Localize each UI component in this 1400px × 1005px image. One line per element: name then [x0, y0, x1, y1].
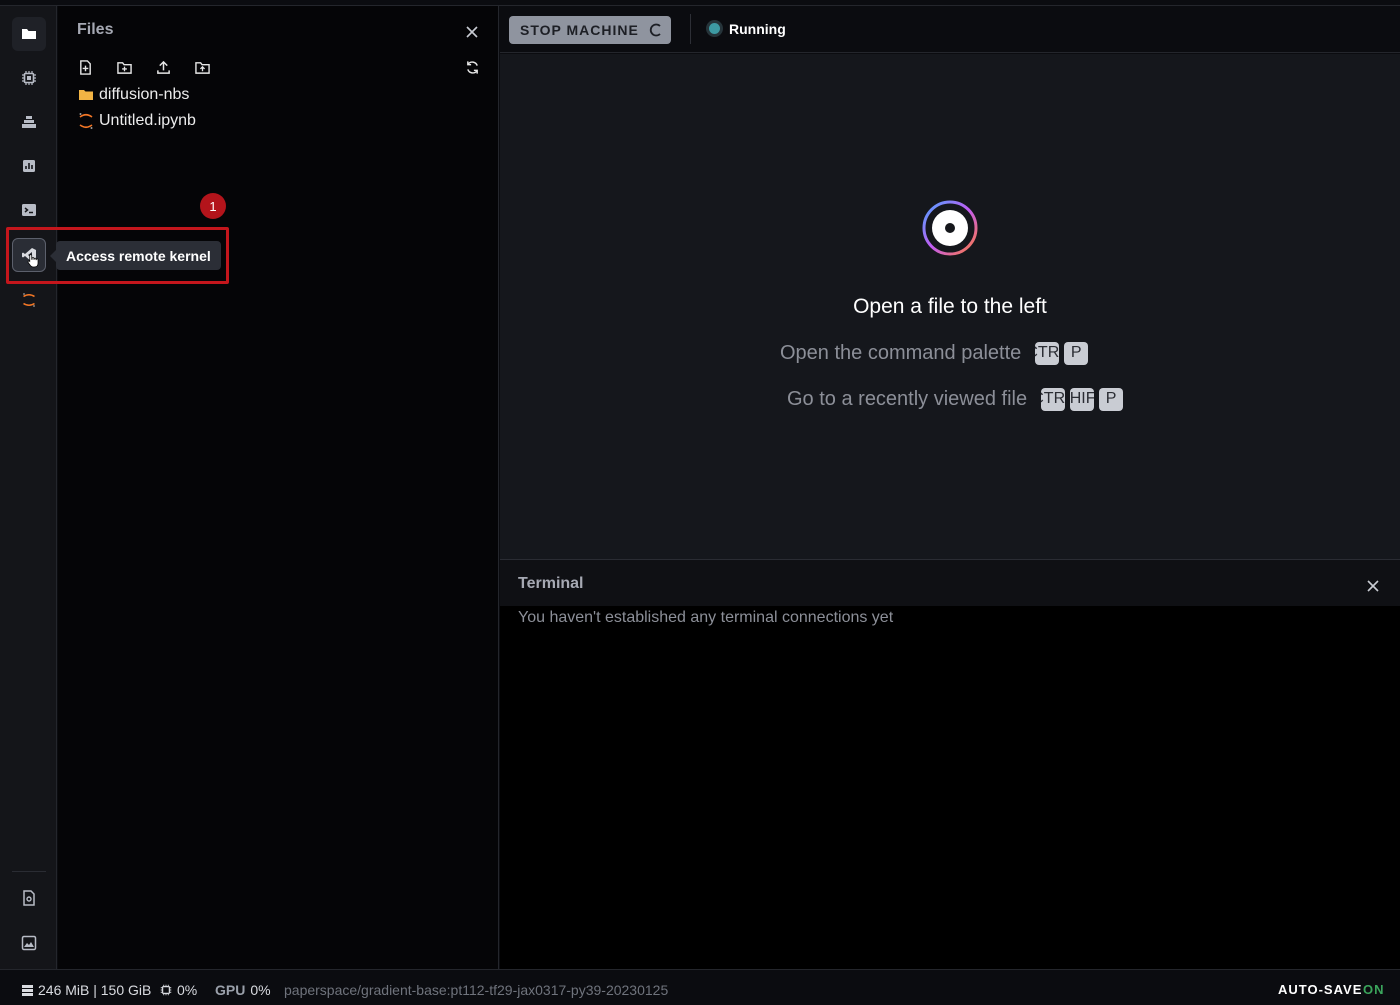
- layers-nav-button[interactable]: [12, 105, 46, 139]
- shortcut-key: CTRL: [1041, 387, 1066, 411]
- empty-state-title: Open a file to the left: [853, 295, 1047, 318]
- shortcut-recent-file: Go to a recently viewed file CTRL SHIFT …: [787, 386, 1128, 412]
- new-folder-button[interactable]: [115, 58, 133, 76]
- shortcut-label: Open the command palette: [780, 341, 1022, 364]
- close-icon: [466, 26, 478, 38]
- cpu-value: 0%: [177, 982, 198, 998]
- machine-status-label: Running: [729, 20, 786, 37]
- tree-item-notebook[interactable]: Untitled.ipynb: [78, 110, 196, 132]
- tree-item-label: Untitled.ipynb: [99, 112, 196, 129]
- upload-button[interactable]: [154, 58, 172, 76]
- folder-icon: [78, 87, 94, 103]
- tooltip: Access remote kernel: [50, 241, 221, 270]
- terminal-message: You haven't established any terminal con…: [518, 609, 894, 626]
- shortcut-key: SHIFT: [1070, 387, 1095, 411]
- files-close-button[interactable]: [463, 23, 481, 41]
- upload-folder-icon: [194, 61, 210, 74]
- autosave-state[interactable]: ON: [1363, 982, 1385, 997]
- files-nav-button[interactable]: [12, 17, 46, 51]
- layers-icon: [22, 116, 36, 128]
- tree-item-folder[interactable]: diffusion-nbs: [78, 84, 189, 106]
- cpu-nav-button[interactable]: [12, 61, 46, 95]
- jupyter-nav-button[interactable]: [12, 283, 46, 317]
- memory-value: 246 MiB | 150 GiB: [38, 982, 152, 998]
- cpu-icon: [22, 71, 36, 85]
- refresh-icon: [466, 60, 478, 74]
- gpu-usage: GPU 0%: [215, 982, 271, 998]
- files-icon: [22, 29, 36, 39]
- activity-bar: [0, 6, 57, 969]
- refresh-button[interactable]: [463, 58, 481, 76]
- new-file-icon: [79, 59, 91, 75]
- upload-folder-button[interactable]: [193, 58, 211, 76]
- gpu-value: 0%: [250, 982, 271, 998]
- shortcut-key: CTRL: [1035, 341, 1060, 365]
- cpu-usage: 0%: [160, 982, 197, 998]
- status-bar: 246 MiB | 150 GiB 0% GPU 0% paperspace/g…: [0, 969, 1400, 1005]
- spinner-icon: [649, 23, 661, 37]
- notebook-nav-button[interactable]: [12, 881, 46, 915]
- gpu-label: GPU: [215, 982, 246, 998]
- image-settings-icon: [21, 935, 37, 951]
- tree-item-label: diffusion-nbs: [99, 86, 190, 103]
- gradient-logo-icon: [922, 200, 978, 256]
- files-panel-title: Files: [77, 21, 114, 38]
- terminal-nav-button[interactable]: [12, 193, 46, 227]
- terminal-close-button[interactable]: [1364, 577, 1382, 595]
- jupyter-icon: [23, 293, 35, 307]
- status-dot-icon: [706, 20, 723, 37]
- metrics-nav-button[interactable]: [12, 149, 46, 183]
- files-panel: Files diffusion-nbs Untitled.ipynb: [58, 6, 499, 969]
- annotation-badge: 1: [200, 193, 226, 219]
- container-image: paperspace/gradient-base:pt112-tf29-jax0…: [284, 982, 669, 998]
- shortcut-key: P: [1064, 341, 1089, 365]
- terminal-body: You haven't established any terminal con…: [500, 606, 1400, 969]
- chart-icon: [23, 160, 35, 172]
- shortcut-label: Go to a recently viewed file: [787, 387, 1028, 410]
- terminal-title: Terminal: [518, 575, 584, 592]
- stop-machine-label: STOP MACHINE: [520, 22, 639, 38]
- notebook-icon: [23, 890, 35, 906]
- autosave-label[interactable]: AUTO-SAVE: [1278, 982, 1362, 997]
- machine-topbar: STOP MACHINE Running: [500, 6, 1400, 53]
- jupyter-icon: [78, 113, 94, 129]
- new-folder-icon: [116, 61, 132, 74]
- editor-area: Open a file to the left Open the command…: [500, 54, 1400, 559]
- shortcut-command-palette: Open the command palette CTRL P: [780, 340, 1093, 366]
- image-settings-nav-button[interactable]: [12, 926, 46, 960]
- close-icon: [1367, 580, 1379, 592]
- upload-icon: [156, 60, 170, 74]
- shortcut-key: P: [1099, 387, 1124, 411]
- new-file-button[interactable]: [76, 58, 94, 76]
- topbar-divider: [690, 14, 691, 44]
- activity-separator: [12, 871, 46, 872]
- cpu-icon: [160, 984, 172, 996]
- terminal-header: Terminal: [500, 559, 1400, 606]
- memory-usage: 246 MiB | 150 GiB: [22, 982, 151, 998]
- stop-machine-button[interactable]: STOP MACHINE: [509, 16, 671, 44]
- storage-icon: [22, 984, 33, 996]
- terminal-icon: [22, 204, 36, 216]
- machine-status: Running: [706, 20, 786, 37]
